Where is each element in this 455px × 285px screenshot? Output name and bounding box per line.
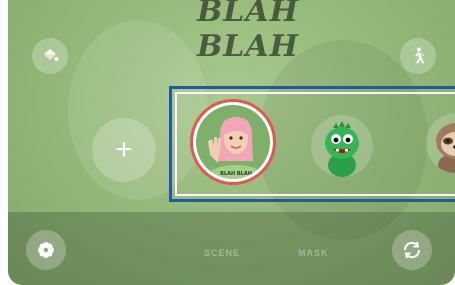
add-emoji-button[interactable]: +	[92, 118, 156, 182]
hoodie-print: BLAH BLAH	[196, 0, 300, 64]
paint-bucket-icon	[44, 49, 59, 61]
switch-camera-button[interactable]	[392, 230, 432, 270]
walking-figure-icon	[415, 47, 425, 64]
action-mode-button[interactable]	[400, 38, 436, 74]
switch-camera-icon	[403, 241, 421, 259]
mode-mask[interactable]: MASK	[298, 248, 329, 258]
effects-button[interactable]	[26, 230, 66, 270]
camera-viewfinder: BLAH BLAH + BLAH BLAH SCENE MASK	[8, 0, 455, 285]
emoji-selector-highlight	[169, 86, 455, 202]
mode-scene[interactable]: SCENE	[204, 248, 240, 258]
background-color-button[interactable]	[32, 38, 68, 74]
flower-icon	[38, 242, 54, 258]
